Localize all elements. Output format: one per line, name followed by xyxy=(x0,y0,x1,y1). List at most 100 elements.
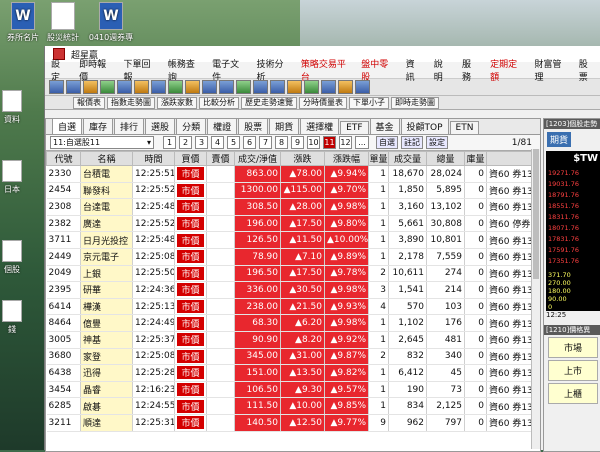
table-row[interactable]: 8464 億豐 12:24:49 市價 68.30 ▲6.20 ▲9.98% 1 1,102 17… xyxy=(46,314,533,332)
toolbar-settings-icon[interactable] xyxy=(304,80,319,94)
market-order-badge[interactable]: 市價 xyxy=(177,333,204,347)
column-header[interactable]: 庫量 xyxy=(464,151,487,166)
toolbar-help-icon[interactable] xyxy=(321,80,336,94)
toolbar-futures-icon[interactable] xyxy=(219,80,234,94)
table-row[interactable]: 2449 京元電子 12:25:08 市價 78.90 ▲7.10 ▲9.89% 1 2,178… xyxy=(46,248,533,266)
more-pages-button[interactable]: ... xyxy=(355,136,369,149)
toolbar-clock-icon[interactable] xyxy=(134,80,149,94)
function-button[interactable]: 指數走勢圖 xyxy=(107,96,155,109)
toolbar-export-icon[interactable] xyxy=(355,80,370,94)
desktop-icon[interactable]: 錢 xyxy=(0,300,24,335)
toolbar-etf-icon[interactable] xyxy=(270,80,285,94)
market-order-badge[interactable]: 市價 xyxy=(177,167,204,181)
vertical-scrollbar[interactable] xyxy=(531,149,540,449)
function-button[interactable]: 歷史走勢速覽 xyxy=(241,96,297,109)
toolbar-report-icon[interactable] xyxy=(100,80,115,94)
toolbar-warrant-icon[interactable] xyxy=(202,80,217,94)
menu-item[interactable]: 財富管理 xyxy=(528,57,572,83)
table-row[interactable]: 2308 台達電 12:25:48 市價 308.50 ▲28.00 ▲9.98% 1 3,16… xyxy=(46,198,533,216)
page-button[interactable]: 2 xyxy=(179,136,192,149)
market-order-badge[interactable]: 市價 xyxy=(177,366,204,380)
action-button[interactable]: 設定 xyxy=(426,136,448,149)
page-button[interactable]: 1 xyxy=(163,136,176,149)
table-row[interactable]: 3005 神基 12:25:37 市價 90.90 ▲8.20 ▲9.92% 1 2,645 48… xyxy=(46,331,533,349)
table-row[interactable]: 3211 順達 12:25:31 市價 140.50 ▲12.50 ▲9.77% 9 962 79… xyxy=(46,414,533,432)
market-order-badge[interactable]: 市價 xyxy=(177,183,204,197)
toolbar-order-icon[interactable] xyxy=(83,80,98,94)
function-button[interactable]: 下單小子 xyxy=(349,96,389,109)
menu-item[interactable]: 說明 xyxy=(428,57,456,83)
tab-5[interactable]: 權證 xyxy=(207,118,238,134)
tab-4[interactable]: 分類 xyxy=(176,118,207,134)
scrollbar-thumb[interactable] xyxy=(533,149,539,279)
tab-1[interactable]: 庫存 xyxy=(83,118,114,134)
tab-11[interactable]: 投顧TOP xyxy=(400,118,449,134)
group-select[interactable]: 11:自選股11 xyxy=(50,136,154,149)
toolbar-quote-icon[interactable] xyxy=(49,80,64,94)
column-header[interactable]: 總量 xyxy=(426,151,465,166)
column-header[interactable]: 成交/淨值 xyxy=(234,151,281,166)
market-order-badge[interactable]: 市價 xyxy=(177,383,204,397)
table-row[interactable]: 2330 台積電 12:25:51 市價 863.00 ▲78.00 ▲9.94% 1 18,6… xyxy=(46,165,533,183)
menu-item[interactable]: 資訊 xyxy=(400,57,428,83)
column-header[interactable]: 名稱 xyxy=(80,151,133,166)
market-order-badge[interactable]: 市價 xyxy=(177,233,204,247)
function-button[interactable]: 漲跌家數 xyxy=(157,96,197,109)
column-header[interactable]: 漲跌 xyxy=(280,151,325,166)
page-button[interactable]: 4 xyxy=(211,136,224,149)
toolbar-alert-icon[interactable] xyxy=(287,80,302,94)
listed-box[interactable]: 上市 xyxy=(548,360,598,381)
table-row[interactable]: 3680 家登 12:25:08 市價 345.00 ▲31.00 ▲9.87% 2 832 34… xyxy=(46,348,533,366)
tab-2[interactable]: 排行 xyxy=(114,118,145,134)
page-button[interactable]: 7 xyxy=(259,136,272,149)
market-order-badge[interactable]: 市價 xyxy=(177,283,204,297)
action-button[interactable]: 自選 xyxy=(376,136,398,149)
table-row[interactable]: 6414 樺漢 12:25:13 市價 238.00 ▲21.50 ▲9.93% 4 570 10… xyxy=(46,298,533,316)
futures-tag-button[interactable]: 期貨 xyxy=(547,132,572,147)
toolbar-fund-icon[interactable] xyxy=(253,80,268,94)
column-header[interactable] xyxy=(486,151,533,166)
market-order-badge[interactable]: 市價 xyxy=(177,300,204,314)
toolbar-chart-icon[interactable] xyxy=(66,80,81,94)
desktop-icon[interactable]: W 0410週券專 xyxy=(88,2,134,43)
action-button[interactable]: 註記 xyxy=(401,136,423,149)
table-row[interactable]: 2049 上銀 12:25:50 市價 196.50 ▲17.50 ▲9.78% 2 10,61… xyxy=(46,265,533,283)
desktop-icon[interactable]: 日本 xyxy=(0,160,24,195)
toolbar-option-icon[interactable] xyxy=(236,80,251,94)
market-order-badge[interactable]: 市價 xyxy=(177,349,204,363)
table-row[interactable]: 3711 日月光投控 12:25:48 市價 126.50 ▲11.50 ▲10.00% 1 3… xyxy=(46,231,533,249)
table-row[interactable]: 2382 廣達 12:25:52 市價 196.00 ▲17.50 ▲9.80% 1 5,661… xyxy=(46,215,533,233)
column-header[interactable]: 代號 xyxy=(46,151,81,166)
page-button[interactable]: 8 xyxy=(275,136,288,149)
menu-item[interactable]: 定期定額 xyxy=(484,57,528,83)
toolbar-account-icon[interactable] xyxy=(151,80,166,94)
desktop-icon[interactable]: 股災統計 xyxy=(40,2,86,43)
toolbar-strategy-icon[interactable] xyxy=(185,80,200,94)
toolbar-analysis-icon[interactable] xyxy=(168,80,183,94)
function-button[interactable]: 即時走勢圖 xyxy=(391,96,439,109)
market-order-badge[interactable]: 市價 xyxy=(177,316,204,330)
toolbar-news-icon[interactable] xyxy=(117,80,132,94)
table-row[interactable]: 2395 研華 12:24:36 市價 336.00 ▲30.50 ▲9.98% 3 1,541… xyxy=(46,281,533,299)
desktop-icon[interactable]: 資料 xyxy=(0,90,24,125)
column-header[interactable]: 時間 xyxy=(132,151,175,166)
otc-box[interactable]: 上櫃 xyxy=(548,383,598,404)
market-order-badge[interactable]: 市價 xyxy=(177,250,204,264)
function-button[interactable]: 報價表 xyxy=(73,96,105,109)
tab-3[interactable]: 選股 xyxy=(145,118,176,134)
market-order-badge[interactable]: 市價 xyxy=(177,399,204,413)
market-order-badge[interactable]: 市價 xyxy=(177,266,204,280)
column-header[interactable]: 漲跌幅 xyxy=(324,151,369,166)
market-order-badge[interactable]: 市價 xyxy=(177,200,204,214)
tab-6[interactable]: 股票 xyxy=(238,118,269,134)
tab-0[interactable]: 自選 xyxy=(52,118,83,134)
page-button[interactable]: 5 xyxy=(227,136,240,149)
table-row[interactable]: 3454 晶睿 12:16:23 市價 106.50 ▲9.30 ▲9.57% 1 190 73 0… xyxy=(46,381,533,399)
column-header[interactable]: 單量 xyxy=(368,151,389,166)
tab-7[interactable]: 期貨 xyxy=(269,118,300,134)
table-row[interactable]: 2454 聯發科 12:25:52 市價 1300.00 ▲115.00 ▲9.70% 1 1,… xyxy=(46,182,533,200)
page-button[interactable]: 6 xyxy=(243,136,256,149)
tab-9[interactable]: ETF xyxy=(340,121,369,134)
page-button[interactable]: 12 xyxy=(339,136,352,149)
market-order-badge[interactable]: 市價 xyxy=(177,416,204,430)
